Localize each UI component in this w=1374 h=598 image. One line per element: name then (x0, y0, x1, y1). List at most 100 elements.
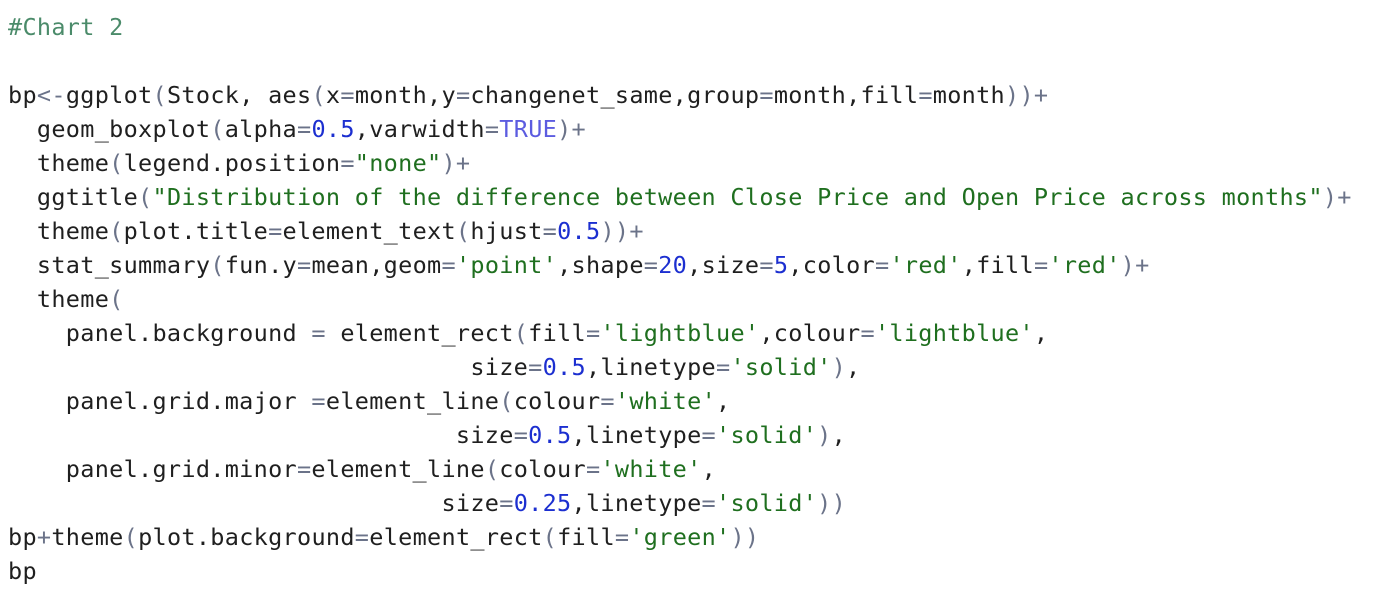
code-string: 'red' (1048, 251, 1121, 279)
code-string: 'red' (889, 251, 962, 279)
code-operator: ( (484, 455, 500, 483)
code-operator: ))+ (600, 217, 644, 245)
code-text: element_rect (325, 319, 514, 347)
code-line[interactable]: panel.grid.minor=element_line(colour='wh… (8, 452, 1374, 486)
code-text: panel.grid.major (8, 387, 312, 415)
code-text: theme (8, 285, 110, 313)
code-text: month (932, 81, 1006, 109)
code-string: 'solid' (716, 421, 818, 449)
code-line[interactable]: bp (8, 554, 1374, 588)
code-operator: ( (123, 523, 139, 551)
code-text: alpha (224, 115, 297, 143)
code-text: mean,geom (311, 251, 442, 279)
code-text: ,linetype (585, 353, 716, 381)
code-operator: )) (730, 523, 760, 551)
code-text: ,size (687, 251, 760, 279)
code-line[interactable]: size=0.5,linetype='solid'), (8, 418, 1374, 452)
code-operator: = (528, 353, 543, 381)
code-text: element_rect (369, 523, 543, 551)
code-operator: = (860, 319, 875, 347)
code-operator: = (296, 251, 312, 279)
code-line[interactable]: geom_boxplot(alpha=0.5,varwidth=TRUE)+ (8, 112, 1374, 146)
code-comment: #Chart 2 (8, 13, 124, 41)
code-operator: = (542, 217, 558, 245)
code-line[interactable]: stat_summary(fun.y=mean,geom='point',sha… (8, 248, 1374, 282)
code-operator: = (701, 489, 716, 517)
code-line[interactable]: bp<-ggplot(Stock, aes(x=month,y=changene… (8, 78, 1374, 112)
code-line[interactable]: panel.grid.major =element_line(colour='w… (8, 384, 1374, 418)
code-text: element_line (311, 455, 485, 483)
code-text: size (8, 421, 514, 449)
code-line[interactable]: theme(legend.position="none")+ (8, 146, 1374, 180)
code-operator: = (455, 81, 471, 109)
code-operator: = (296, 455, 312, 483)
code-text: plot.background (138, 523, 355, 551)
code-operator: = (311, 387, 326, 415)
code-text: theme (51, 523, 124, 551)
code-operator: )) (817, 489, 847, 517)
code-number: 20 (658, 251, 688, 279)
code-operator: = (484, 115, 500, 143)
code-line[interactable]: ggtitle("Distribution of the difference … (8, 180, 1374, 214)
code-line[interactable]: panel.background = element_rect(fill='li… (8, 316, 1374, 350)
code-operator: = (614, 523, 630, 551)
code-operator: + (36, 523, 52, 551)
code-line[interactable]: #Chart 2 (8, 10, 1374, 44)
code-operator: ( (210, 115, 225, 143)
code-operator: = (311, 319, 326, 347)
code-line[interactable]: theme(plot.title=element_text(hjust=0.5)… (8, 214, 1374, 248)
code-editor[interactable]: #Chart 2 bp<-ggplot(Stock, aes(x=month,y=… (0, 0, 1374, 598)
code-operator: = (513, 421, 529, 449)
code-operator: = (585, 319, 601, 347)
code-line[interactable]: bp+theme(plot.background=element_rect(fi… (8, 520, 1374, 554)
code-operator: )+ (1322, 183, 1352, 211)
code-number: 0.5 (542, 353, 586, 381)
code-operator: = (716, 353, 731, 381)
code-line[interactable]: theme( (8, 282, 1374, 316)
code-string: 'lightblue' (874, 319, 1034, 347)
code-operator: ))+ (1005, 81, 1049, 109)
code-operator: = (918, 81, 933, 109)
code-string: 'white' (614, 387, 717, 415)
code-text: colour (499, 455, 586, 483)
code-text: Stock, aes (166, 81, 312, 109)
code-operator: = (585, 455, 601, 483)
code-line[interactable]: size=0.5,linetype='solid'), (8, 350, 1374, 384)
code-text: theme (8, 149, 110, 177)
code-text: element_line (325, 387, 500, 415)
code-text: fun.y (224, 251, 297, 279)
code-operator: )+ (441, 149, 471, 177)
code-text: month,fill (773, 81, 919, 109)
code-line[interactable] (8, 44, 1374, 78)
code-text: theme (8, 217, 110, 245)
code-text: ,fill (961, 251, 1034, 279)
code-string: "Distribution of the difference between … (152, 183, 1323, 211)
code-line[interactable]: size=0.25,linetype='solid')) (8, 486, 1374, 520)
code-number: 5 (773, 251, 789, 279)
code-operator: ) (817, 421, 832, 449)
code-operator: ( (499, 387, 514, 415)
code-text: hjust (470, 217, 543, 245)
code-operator: ) (831, 353, 847, 381)
code-operator: = (354, 523, 370, 551)
code-operator: = (600, 387, 615, 415)
code-number: 0.5 (528, 421, 572, 449)
code-operator: = (1033, 251, 1049, 279)
code-text: , (1033, 319, 1049, 347)
code-number: 0.25 (513, 489, 572, 517)
code-operator: )+ (557, 115, 586, 143)
code-operator: ( (152, 81, 167, 109)
code-text: fill (528, 319, 586, 347)
code-text: , (846, 353, 861, 381)
code-text: x (325, 81, 341, 109)
code-string: 'lightblue' (600, 319, 760, 347)
code-text: element_text (282, 217, 456, 245)
code-operator: = (643, 251, 659, 279)
code-text: plot.title (123, 217, 269, 245)
code-operator: = (759, 251, 774, 279)
code-operator: ( (109, 217, 124, 245)
code-text: colour (513, 387, 601, 415)
code-string: 'green' (629, 523, 731, 551)
code-text: size (8, 353, 529, 381)
code-operator: = (340, 81, 355, 109)
